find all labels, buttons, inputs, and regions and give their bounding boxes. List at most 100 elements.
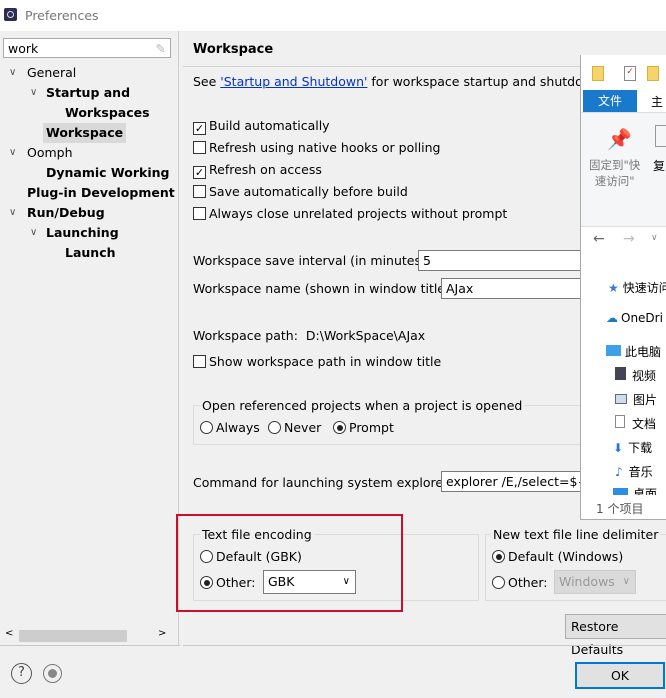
chevron-down-icon[interactable]: ∨ — [9, 147, 16, 158]
cloud-icon: ☁ — [606, 311, 618, 325]
eclipse-icon — [4, 8, 17, 21]
nav-music[interactable]: ♪ 音乐 — [615, 463, 653, 480]
delimiter-select[interactable]: Windows ∨ — [554, 570, 636, 594]
scroll-right-icon[interactable]: > — [158, 628, 166, 639]
tree-item-plugin-development[interactable]: Plug-in Development — [27, 183, 175, 203]
radio-always[interactable]: Always — [200, 420, 260, 435]
sidebar-horizontal-scrollbar[interactable]: < > — [2, 628, 172, 644]
checkbox-icon — [193, 355, 206, 368]
tree-item-run-debug[interactable]: Run/Debug — [27, 203, 105, 223]
nav-videos[interactable]: 视频 — [615, 367, 656, 384]
forward-icon[interactable]: → — [623, 231, 635, 247]
open-referenced-label: Open referenced projects when a project … — [200, 398, 525, 413]
delimiter-other-radio[interactable]: Other: — [492, 575, 547, 590]
record-icon[interactable] — [43, 664, 62, 683]
download-icon: ⬇ — [613, 441, 624, 455]
workspace-name-label: Workspace name (shown in window title): — [193, 281, 455, 296]
tree-item-workspace[interactable]: Workspace — [43, 123, 127, 143]
scrollbar-thumb[interactable] — [19, 630, 127, 642]
tree-item-workspaces[interactable]: Workspaces — [65, 103, 150, 123]
filter-input[interactable]: work ✎ — [3, 38, 171, 58]
workspace-path-label: Workspace path: D:\WorkSpace\AJax — [193, 328, 426, 343]
checkbox-checked-icon: ✓ — [193, 166, 206, 179]
copy-label: 复 — [653, 159, 666, 173]
command-label: Command for launching system explorer: — [193, 475, 453, 490]
clear-filter-icon[interactable]: ✎ — [156, 39, 166, 57]
workspace-path-value: D:\WorkSpace\AJax — [305, 328, 426, 343]
desktop-icon — [613, 488, 628, 495]
tree-item-general[interactable]: General — [27, 63, 76, 83]
checkbox-checked-icon: ✓ — [193, 122, 206, 135]
chevron-down-icon[interactable]: ∨ — [9, 67, 16, 78]
picture-icon — [615, 394, 627, 404]
tree-item-oomph[interactable]: Oomph — [27, 143, 73, 163]
nav-documents[interactable]: 文档 — [615, 415, 656, 432]
back-icon[interactable]: ← — [593, 231, 605, 247]
checkbox-icon — [193, 207, 206, 220]
radio-icon — [492, 576, 505, 589]
copy-icon[interactable] — [655, 125, 666, 147]
command-input[interactable]: explorer /E,/select=${se — [441, 471, 591, 492]
star-icon: ★ — [608, 281, 619, 295]
nav-quick-access[interactable]: ★ 快速访问 — [608, 279, 666, 296]
music-icon: ♪ — [615, 465, 623, 479]
help-icon[interactable]: ? — [11, 663, 32, 684]
radio-prompt[interactable]: Prompt — [333, 420, 394, 435]
radio-selected-icon — [333, 421, 346, 434]
startup-description: See 'Startup and Shutdown' for workspace… — [193, 74, 613, 89]
nav-this-pc[interactable]: 此电脑 — [606, 343, 661, 360]
video-icon — [615, 367, 626, 380]
tree-item-dynamic-working-sets[interactable]: Dynamic Working S — [46, 163, 172, 183]
build-automatically-checkbox[interactable]: ✓ Build automatically — [193, 118, 330, 135]
tab-file[interactable]: 文件 — [583, 90, 637, 112]
explorer-status: 1 个项目 — [596, 502, 644, 516]
folder-icon — [592, 66, 604, 81]
checkbox-icon — [193, 141, 206, 154]
radio-icon — [200, 421, 213, 434]
tree-item-launch-configurations[interactable]: Launch Configur — [65, 243, 172, 263]
title-bar: Preferences — [0, 0, 666, 31]
tab-home[interactable]: 主 — [651, 93, 663, 110]
page-title: Workspace — [193, 42, 274, 57]
radio-never[interactable]: Never — [268, 420, 321, 435]
chevron-down-icon[interactable]: ∨ — [9, 207, 16, 218]
startup-shutdown-link[interactable]: 'Startup and Shutdown' — [220, 74, 367, 89]
footer-separator — [183, 645, 666, 646]
bottom-separator — [0, 645, 180, 646]
tree-item-startup[interactable]: Startup and Shutdow — [46, 83, 172, 103]
file-explorer-window[interactable]: ✓ 文件 主 📌 固定到"快 速访问" 复 ← → ∨ ★ 快速访问 ☁ OneDri… — [580, 55, 666, 520]
save-before-build-checkbox[interactable]: Save automatically before build — [193, 184, 408, 199]
document-icon — [615, 415, 625, 428]
nav-desktop[interactable]: 桌面 — [613, 485, 657, 495]
window-title: Preferences — [25, 8, 99, 23]
monitor-icon — [606, 345, 621, 356]
nav-pictures[interactable]: 图片 — [615, 391, 657, 408]
refresh-on-access-checkbox[interactable]: ✓ Refresh on access — [193, 162, 322, 179]
pin-label: 固定到"快 速访问" — [589, 158, 641, 188]
save-interval-label: Workspace save interval (in minutes): — [193, 253, 431, 268]
refresh-native-hooks-checkbox[interactable]: Refresh using native hooks or polling — [193, 140, 441, 155]
chevron-down-icon[interactable]: ∨ — [30, 227, 37, 238]
save-interval-input[interactable]: 5 — [418, 250, 588, 271]
checkbox-icon — [193, 185, 206, 198]
chevron-down-icon: ∨ — [622, 576, 630, 587]
close-unrelated-checkbox[interactable]: Always close unrelated projects without … — [193, 206, 507, 221]
restore-defaults-button[interactable]: Restore Defaults — [565, 614, 666, 657]
pin-icon[interactable]: 📌 — [607, 127, 632, 151]
nav-downloads[interactable]: ⬇ 下载 — [613, 439, 652, 456]
show-path-checkbox[interactable]: Show workspace path in window title — [193, 354, 441, 369]
tree-item-launching[interactable]: Launching — [46, 223, 119, 243]
radio-icon — [268, 421, 281, 434]
ok-button[interactable]: OK — [575, 662, 665, 689]
radio-selected-icon — [492, 550, 505, 563]
scroll-left-icon[interactable]: < — [5, 628, 13, 639]
delimiter-group-label: New text file line delimiter — [491, 527, 661, 542]
chevron-down-icon[interactable]: ∨ — [30, 87, 37, 98]
workspace-name-input[interactable]: AJax — [441, 278, 591, 299]
nav-onedrive[interactable]: ☁ OneDri — [606, 311, 663, 325]
delimiter-default-radio[interactable]: Default (Windows) — [492, 549, 623, 564]
chevron-down-icon[interactable]: ∨ — [651, 233, 658, 243]
properties-icon[interactable]: ✓ — [624, 66, 636, 81]
folder-icon — [647, 66, 659, 81]
highlight-box — [176, 514, 403, 612]
